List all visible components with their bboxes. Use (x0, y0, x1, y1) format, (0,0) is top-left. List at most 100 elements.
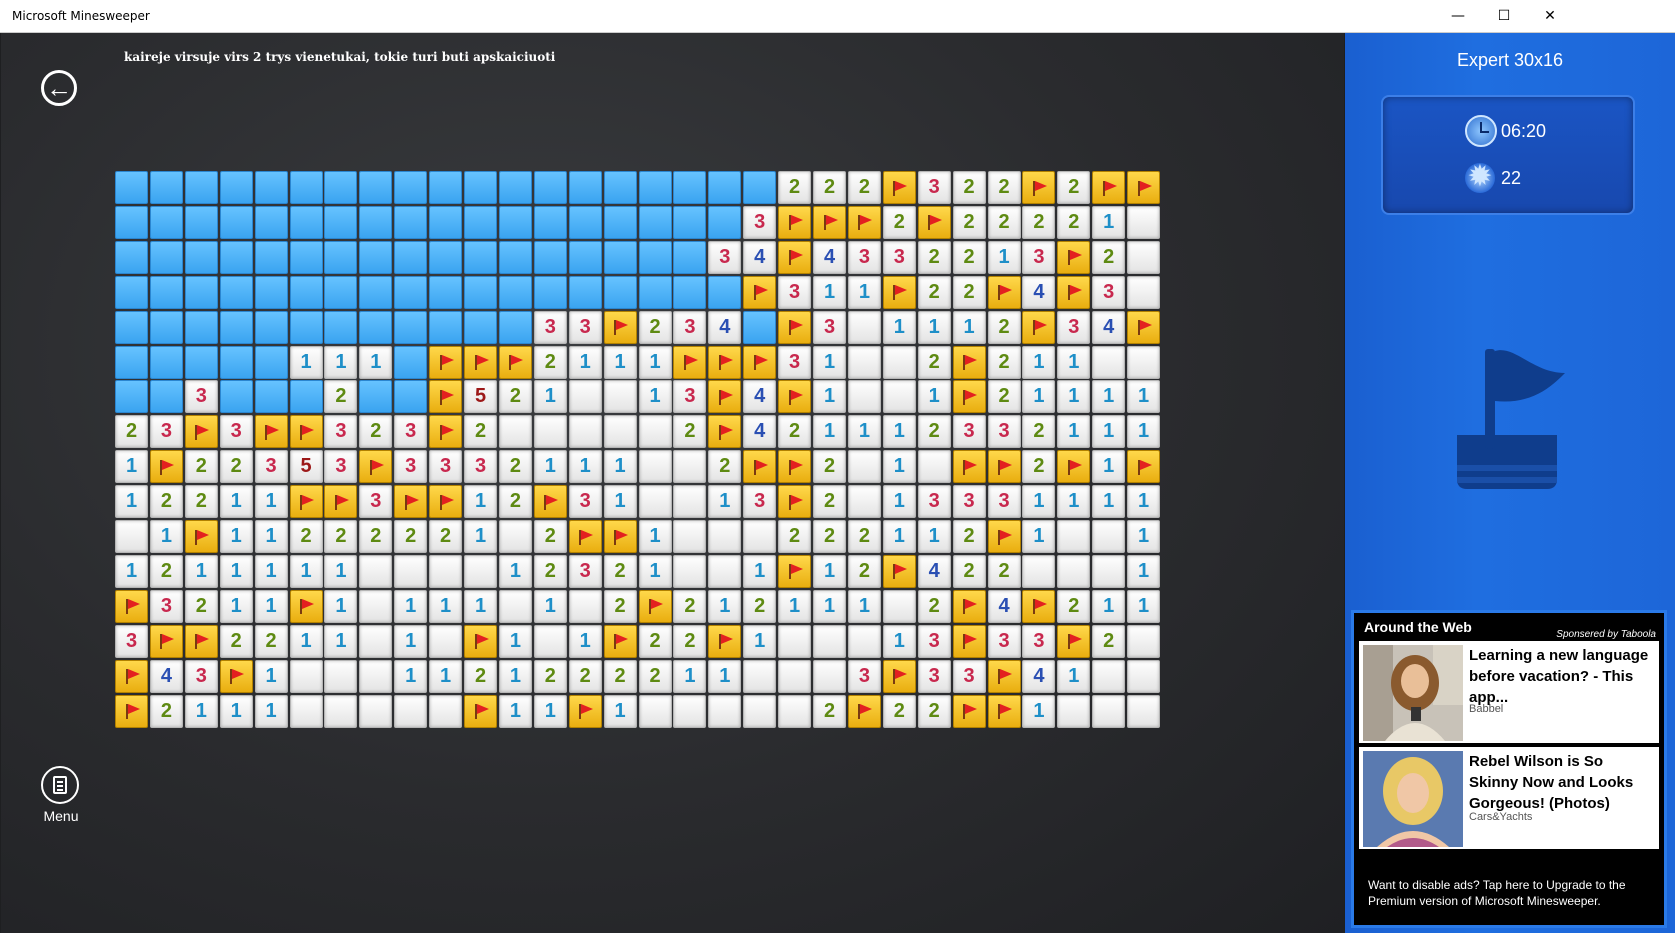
covered-cell[interactable] (219, 205, 253, 239)
number-cell[interactable]: 4 (743, 415, 777, 449)
empty-cell[interactable] (115, 520, 148, 553)
number-cell[interactable]: 2 (115, 415, 148, 449)
number-cell[interactable]: 3 (394, 415, 428, 449)
covered-cell[interactable] (149, 345, 183, 379)
covered-cell[interactable] (184, 240, 218, 274)
ad-panel[interactable]: Around the Web Sponsered by Taboola Lear… (1351, 610, 1667, 928)
number-cell[interactable]: 4 (917, 554, 951, 588)
number-cell[interactable]: 2 (917, 275, 951, 309)
flagged-cell[interactable] (603, 310, 637, 344)
number-cell[interactable]: 1 (952, 310, 986, 344)
number-cell[interactable]: 2 (708, 450, 742, 484)
number-cell[interactable]: 1 (324, 589, 358, 623)
number-cell[interactable]: 1 (254, 659, 288, 693)
covered-cell[interactable] (115, 205, 148, 239)
flagged-cell[interactable] (952, 589, 986, 623)
empty-cell[interactable] (778, 659, 812, 693)
number-cell[interactable]: 1 (638, 380, 672, 414)
covered-cell[interactable] (359, 205, 393, 239)
flagged-cell[interactable] (603, 624, 637, 658)
number-cell[interactable]: 1 (149, 520, 183, 553)
empty-cell[interactable] (1057, 694, 1091, 728)
number-cell[interactable]: 3 (568, 310, 602, 344)
number-cell[interactable]: 1 (533, 694, 567, 728)
number-cell[interactable]: 1 (638, 520, 672, 553)
empty-cell[interactable] (708, 520, 742, 553)
number-cell[interactable]: 2 (987, 345, 1021, 379)
number-cell[interactable]: 4 (1092, 310, 1126, 344)
number-cell[interactable]: 1 (1127, 520, 1161, 553)
empty-cell[interactable] (498, 415, 532, 449)
covered-cell[interactable] (115, 275, 148, 309)
number-cell[interactable]: 1 (778, 589, 812, 623)
number-cell[interactable]: 1 (1057, 380, 1091, 414)
number-cell[interactable]: 1 (533, 450, 567, 484)
flagged-cell[interactable] (149, 450, 183, 484)
number-cell[interactable]: 1 (429, 659, 463, 693)
flagged-cell[interactable] (778, 380, 812, 414)
empty-cell[interactable] (813, 659, 846, 693)
number-cell[interactable]: 3 (1092, 275, 1126, 309)
flagged-cell[interactable] (952, 345, 986, 379)
number-cell[interactable]: 3 (184, 659, 218, 693)
flagged-cell[interactable] (568, 694, 602, 728)
covered-cell[interactable] (254, 205, 288, 239)
covered-cell[interactable] (603, 240, 637, 274)
flagged-cell[interactable] (952, 450, 986, 484)
number-cell[interactable]: 2 (1057, 589, 1091, 623)
covered-cell[interactable] (324, 240, 358, 274)
empty-cell[interactable] (917, 450, 951, 484)
number-cell[interactable]: 1 (184, 554, 218, 588)
empty-cell[interactable] (882, 589, 916, 623)
flagged-cell[interactable] (289, 589, 323, 623)
covered-cell[interactable] (254, 380, 288, 414)
covered-cell[interactable] (498, 275, 532, 309)
flagged-cell[interactable] (743, 450, 777, 484)
covered-cell[interactable] (603, 275, 637, 309)
empty-cell[interactable] (847, 380, 881, 414)
flagged-cell[interactable] (743, 275, 777, 309)
flagged-cell[interactable] (429, 380, 463, 414)
number-cell[interactable]: 3 (1057, 310, 1091, 344)
empty-cell[interactable] (638, 450, 672, 484)
back-arrow-icon[interactable]: ← (41, 70, 77, 106)
number-cell[interactable]: 2 (464, 415, 497, 449)
number-cell[interactable]: 2 (952, 275, 986, 309)
flagged-cell[interactable] (813, 205, 846, 239)
empty-cell[interactable] (847, 485, 881, 519)
number-cell[interactable]: 1 (882, 450, 916, 484)
number-cell[interactable]: 1 (533, 589, 567, 623)
number-cell[interactable]: 2 (603, 589, 637, 623)
flagged-cell[interactable] (987, 694, 1021, 728)
number-cell[interactable]: 1 (743, 554, 777, 588)
number-cell[interactable]: 2 (219, 624, 253, 658)
number-cell[interactable]: 2 (498, 380, 532, 414)
covered-cell[interactable] (219, 240, 253, 274)
number-cell[interactable]: 1 (254, 589, 288, 623)
number-cell[interactable]: 1 (1022, 694, 1056, 728)
number-cell[interactable]: 2 (917, 694, 951, 728)
number-cell[interactable]: 1 (533, 380, 567, 414)
number-cell[interactable]: 1 (289, 554, 323, 588)
number-cell[interactable]: 3 (917, 659, 951, 693)
flagged-cell[interactable] (533, 485, 567, 519)
number-cell[interactable]: 3 (149, 589, 183, 623)
number-cell[interactable]: 1 (882, 624, 916, 658)
covered-cell[interactable] (568, 171, 602, 204)
flagged-cell[interactable] (1057, 240, 1091, 274)
covered-cell[interactable] (429, 310, 463, 344)
number-cell[interactable]: 1 (813, 415, 846, 449)
ad-upgrade-text[interactable]: Want to disable ads? Tap here to Upgrade… (1368, 877, 1658, 909)
empty-cell[interactable] (882, 380, 916, 414)
minimize-button[interactable]: — (1435, 0, 1481, 32)
number-cell[interactable]: 2 (498, 485, 532, 519)
covered-cell[interactable] (673, 240, 707, 274)
empty-cell[interactable] (359, 694, 393, 728)
covered-cell[interactable] (115, 171, 148, 204)
number-cell[interactable]: 1 (603, 694, 637, 728)
number-cell[interactable]: 2 (987, 171, 1021, 204)
empty-cell[interactable] (1127, 240, 1161, 274)
covered-cell[interactable] (184, 275, 218, 309)
empty-cell[interactable] (1092, 554, 1126, 588)
empty-cell[interactable] (1022, 554, 1056, 588)
